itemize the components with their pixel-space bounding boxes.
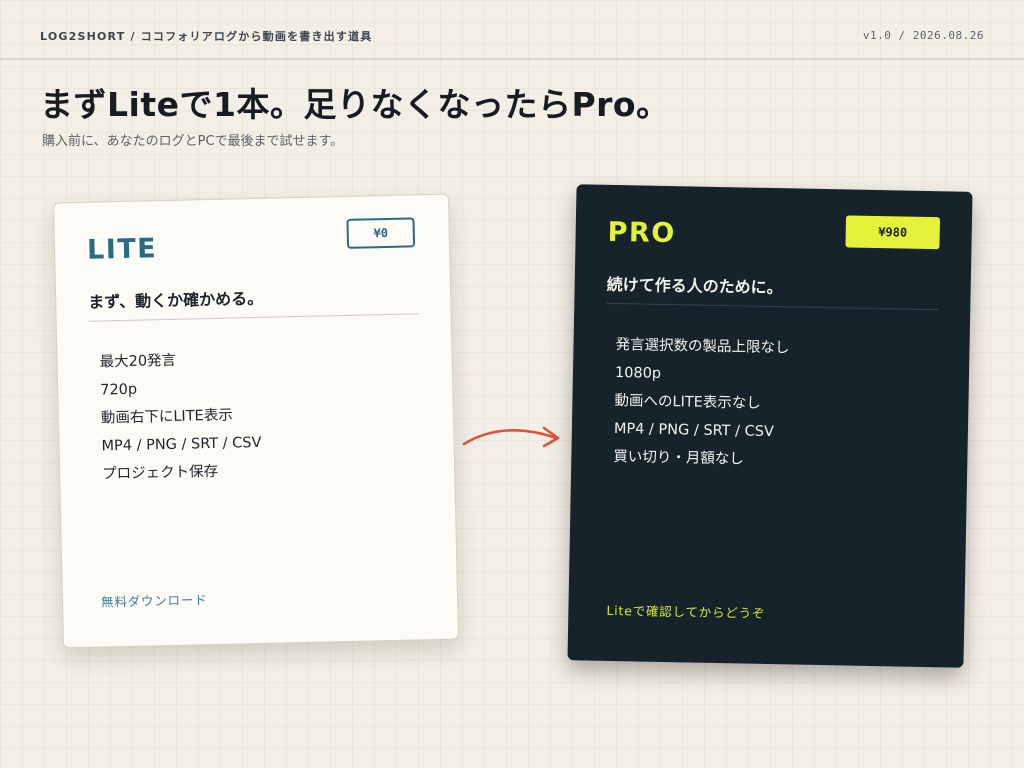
free-download-link[interactable]: 無料ダウンロード xyxy=(101,589,208,610)
lite-feature-item: 最大20発言 xyxy=(99,352,177,371)
lite-price-badge: ¥0 xyxy=(346,217,416,249)
lite-feature-item: MP4 / PNG / SRT / CSV xyxy=(101,434,262,455)
pro-feature-item: 動画へのLITE表示なし xyxy=(614,393,761,412)
pro-plan-name: PRO xyxy=(607,216,677,250)
pro-feature-list: 発言選択数の製品上限なし 1080p 動画へのLITE表示なし MP4 / PN… xyxy=(613,331,790,474)
version-date: v1.0 / 2026.08.26 xyxy=(862,29,984,42)
pro-feature-item: 発言選択数の製品上限なし xyxy=(615,337,790,357)
page-subline: 購入前に、あなたのログとPCで最後まで試せます。 xyxy=(42,134,344,149)
lite-feature-item: 720p xyxy=(100,381,138,399)
top-bar: LOG2SHORT / ココフォリアログから動画を書き出す道具 v1.0 / 2… xyxy=(0,0,1024,60)
pro-price-badge: ¥980 xyxy=(845,215,941,250)
lite-feature-list: 最大20発言 720p 動画右下にLITE表示 MP4 / PNG / SRT … xyxy=(99,345,262,489)
pro-tagline: 続けて作る人のために。 xyxy=(606,274,783,298)
lite-feature-item: プロジェクト保存 xyxy=(101,463,219,483)
pro-plan-card: PRO ¥980 続けて作る人のために。 発言選択数の製品上限なし 1080p … xyxy=(567,184,973,668)
lite-divider xyxy=(88,313,419,322)
pro-feature-item: 買い切り・月額なし xyxy=(613,449,745,468)
lite-feature-item: 動画右下にLITE表示 xyxy=(100,407,233,427)
pro-feature-item: MP4 / PNG / SRT / CSV xyxy=(613,421,774,441)
page-headline: まずLiteで1本。足りなくなったらPro。 xyxy=(40,85,670,124)
lite-tagline: まず、動くか確かめる。 xyxy=(88,288,264,312)
pro-divider xyxy=(606,302,939,311)
lite-plan-card: LITE ¥0 まず、動くか確かめる。 最大20発言 720p 動画右下にLIT… xyxy=(52,193,460,649)
pro-feature-item: 1080p xyxy=(614,365,662,382)
brand-title: LOG2SHORT / ココフォリアログから動画を書き出す道具 xyxy=(40,30,373,43)
try-lite-first-link[interactable]: Liteで確認してからどうぞ xyxy=(606,600,765,622)
curved-arrow-right-icon xyxy=(462,426,560,448)
lite-plan-name: LITE xyxy=(86,233,158,266)
